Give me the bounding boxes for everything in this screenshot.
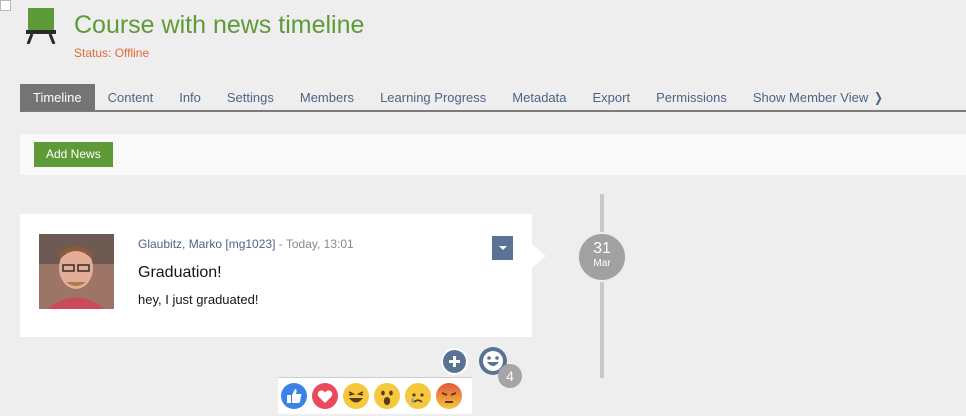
reaction-picker [278,377,472,414]
avatar-photo [39,234,114,309]
wow-icon[interactable] [374,383,400,409]
reaction-count-badge: 4 [498,364,522,388]
tab-metadata[interactable]: Metadata [499,84,579,111]
tab-show-member-view-label: Show Member View [752,90,869,105]
card-pointer-arrow [532,244,546,268]
news-meta: Glaubitz, Marko [mg1023] - Today, 13:01 [138,237,354,251]
news-actions-dropdown-button[interactable] [492,236,513,260]
news-body: hey, I just graduated! [138,292,259,307]
avatar [39,234,114,309]
tab-export[interactable]: Export [580,84,644,111]
course-board-icon [26,8,56,44]
angry-icon[interactable] [436,383,462,409]
timeline-line [600,194,604,378]
page-title: Course with news timeline [74,11,365,39]
author-link[interactable]: Glaubitz, Marko [mg1023] [138,237,275,251]
love-icon[interactable] [312,383,338,409]
page-header: Course with news timeline Status: Offlin… [26,8,364,60]
date-badge: 31 Mar [577,232,627,282]
date-day: 31 [593,240,611,257]
news-time: - Today, 13:01 [275,237,354,251]
date-month: Mar [593,258,611,269]
add-news-button[interactable]: Add News [34,142,113,167]
chevron-right-icon: ❯ [874,90,884,105]
window-corner-box [0,0,11,11]
tab-content[interactable]: Content [95,84,167,111]
tab-members[interactable]: Members [287,84,367,111]
sad-icon[interactable] [405,383,431,409]
add-reaction-plus-button[interactable] [441,348,468,375]
news-card: Glaubitz, Marko [mg1023] - Today, 13:01 … [20,214,532,337]
news-title: Graduation! [138,264,222,281]
like-icon[interactable] [281,383,307,409]
tab-permissions[interactable]: Permissions [643,84,740,111]
tab-learning-progress[interactable]: Learning Progress [367,84,499,111]
laugh-icon[interactable] [343,383,369,409]
status-text: Status: Offline [74,46,150,60]
tab-show-member-view[interactable]: Show Member View ❯ [740,84,897,111]
tab-bar: Timeline Content Info Settings Members L… [20,84,966,112]
tab-info[interactable]: Info [166,84,214,111]
tab-settings[interactable]: Settings [214,84,287,111]
toolbar: Add News [20,134,966,175]
tab-timeline[interactable]: Timeline [20,84,95,111]
